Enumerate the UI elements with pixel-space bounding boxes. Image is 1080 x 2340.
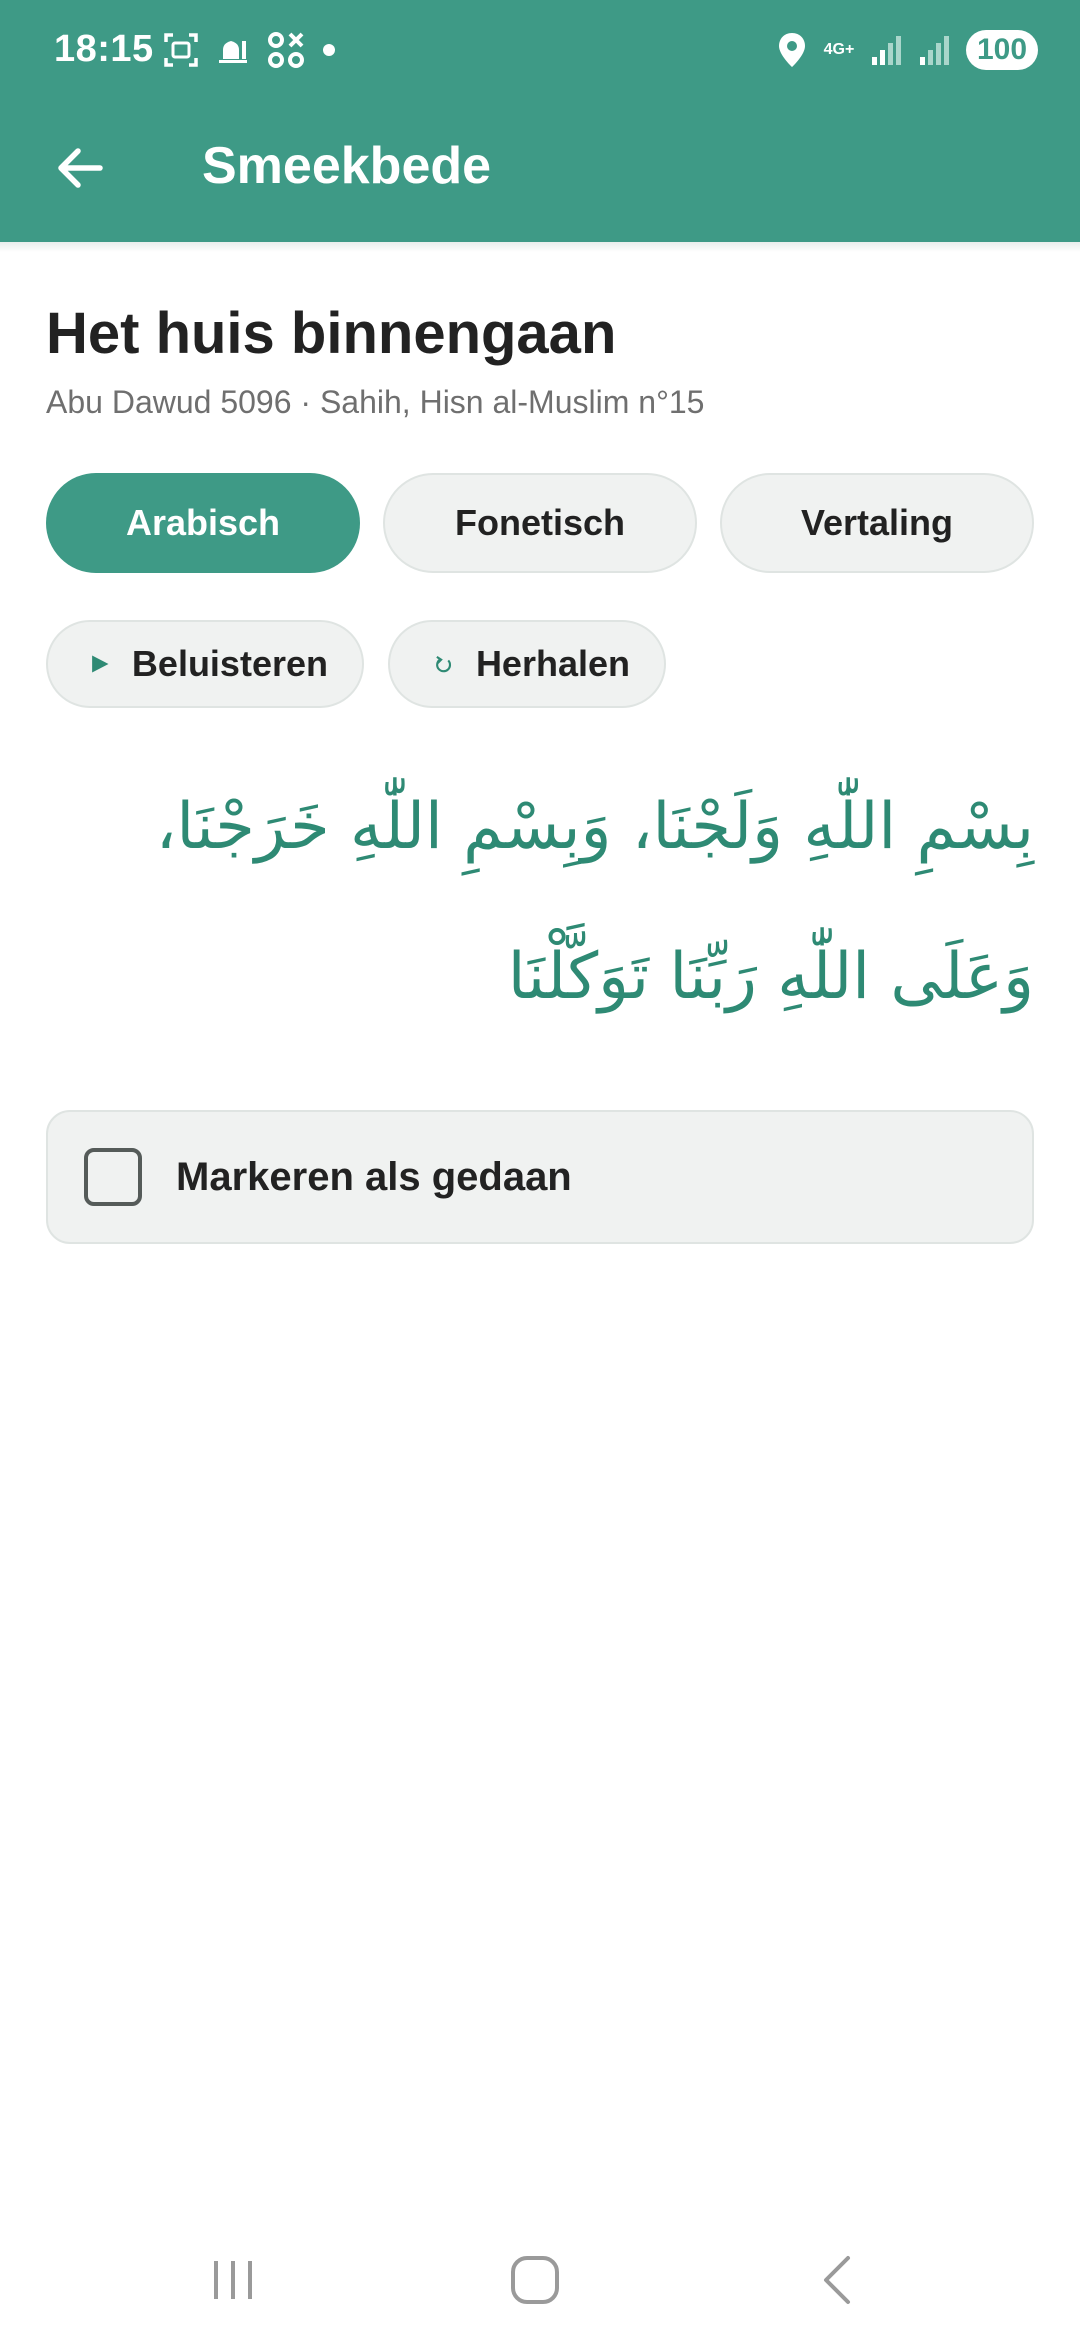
- signal-icon: [872, 36, 901, 65]
- status-right-icons: 4G+ 100: [776, 30, 1038, 70]
- back-button[interactable]: [40, 128, 120, 208]
- dua-source: Abu Dawud 5096 · Sahih, Hisn al-Muslim n…: [46, 384, 705, 420]
- app-bar-shadow: [0, 242, 1080, 252]
- tab-arabic[interactable]: Arabisch: [46, 473, 360, 573]
- repeat-label: Herhalen: [475, 643, 630, 684]
- tab-phonetic[interactable]: Fonetisch: [383, 473, 697, 573]
- battery-level: 100: [976, 33, 1028, 66]
- mark-done-toggle[interactable]: Markeren als gedaan: [46, 1110, 1034, 1244]
- status-time: 18:15: [54, 28, 154, 70]
- signal-icon: [920, 36, 949, 65]
- home-button[interactable]: [495, 2240, 575, 2320]
- battery-icon: 100: [966, 30, 1038, 70]
- mosque-icon: [219, 41, 247, 63]
- arrow-left-icon: [58, 148, 103, 188]
- status-bar: 18:15 4G+ 100: [0, 0, 1080, 100]
- location-icon: [779, 33, 805, 67]
- page-title: Het huis binnengaan: [46, 301, 617, 366]
- back-icon: [824, 2256, 850, 2304]
- tab-translation[interactable]: Vertaling: [720, 473, 1034, 573]
- qr-icon: [268, 32, 304, 68]
- play-icon: [92, 655, 109, 673]
- recents-icon: [214, 2261, 252, 2299]
- listen-label: Beluisteren: [131, 643, 328, 684]
- app-title: Smeekbede: [202, 137, 492, 195]
- listen-button[interactable]: Beluisteren: [46, 620, 364, 708]
- home-icon: [511, 2256, 559, 2304]
- repeat-button[interactable]: Herhalen: [388, 620, 666, 708]
- system-nav-bar: [0, 2220, 1080, 2340]
- status-left-icons: [162, 30, 336, 70]
- nav-back-button[interactable]: [798, 2240, 878, 2320]
- arabic-text: بِسْمِ اللّٰهِ وَلَجْنَا، وَبِسْمِ اللّٰ…: [155, 790, 1034, 1014]
- network-type-label: 4G+: [823, 41, 855, 58]
- mark-done-label: Markeren als gedaan: [176, 1154, 572, 1199]
- view-tabs: Arabisch Fonetisch Vertaling: [46, 473, 1034, 573]
- dua-content: Het huis binnengaan Abu Dawud 5096 · Sah…: [46, 290, 1034, 1244]
- repeat-icon: [436, 655, 452, 673]
- audio-actions: Beluisteren Herhalen: [46, 620, 666, 708]
- app-bar: Smeekbede: [0, 100, 1080, 242]
- recents-button[interactable]: [193, 2240, 273, 2320]
- screenshot-icon: [164, 33, 198, 67]
- done-checkbox[interactable]: [84, 1148, 142, 1206]
- header: 18:15 4G+ 100 Smeekbede: [0, 0, 1080, 242]
- dot-icon: [323, 44, 335, 56]
